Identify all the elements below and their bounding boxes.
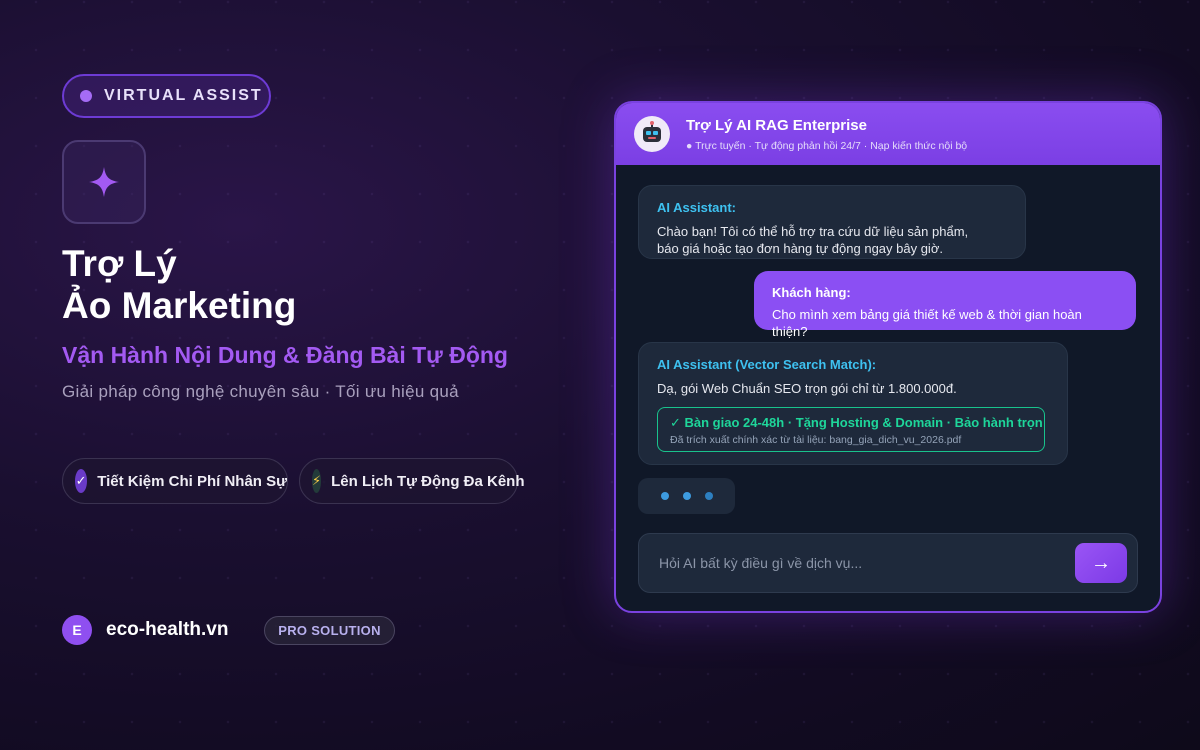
typing-indicator bbox=[638, 478, 735, 514]
chat-status: ● Trực tuyến · Tự động phản hồi 24/7 · N… bbox=[686, 139, 968, 152]
message-text: Chào bạn! Tôi có thể hỗ trợ tra cứu dữ l… bbox=[657, 224, 969, 239]
chat-window: Trợ Lý AI RAG Enterprise ● Trực tuyến · … bbox=[614, 101, 1162, 613]
virtual-assist-badge: VIRTUAL ASSIST bbox=[62, 74, 271, 118]
feature-label: Lên Lịch Tự Động Đa Kênh bbox=[331, 472, 525, 490]
robot-avatar-icon bbox=[634, 116, 670, 152]
chat-message-ai: AI Assistant (Vector Search Match): Dạ, … bbox=[638, 342, 1068, 465]
message-sender: Khách hàng: bbox=[772, 285, 851, 300]
typing-dot bbox=[682, 492, 691, 500]
badge-label: VIRTUAL ASSIST bbox=[104, 87, 263, 104]
chat-message-ai: AI Assistant: Chào bạn! Tôi có thể hỗ tr… bbox=[638, 185, 1026, 259]
lightning-icon: ⚡ bbox=[312, 469, 322, 493]
chat-title: Trợ Lý AI RAG Enterprise bbox=[686, 116, 867, 134]
typing-dot bbox=[660, 492, 669, 500]
feature-pill-auto-schedule: ⚡ Lên Lịch Tự Động Đa Kênh bbox=[299, 458, 525, 504]
send-button[interactable]: → bbox=[1075, 543, 1127, 583]
brand-name: eco-health.vn bbox=[106, 619, 229, 640]
message-sender: AI Assistant: bbox=[657, 200, 736, 215]
title-line-2: Ảo Marketing bbox=[62, 285, 297, 326]
message-sender: AI Assistant (Vector Search Match): bbox=[657, 357, 877, 372]
feature-pill-cost-saving: ✓ Tiết Kiệm Chi Phí Nhân Sự bbox=[62, 458, 288, 504]
page-title: Trợ Lý Ảo Marketing bbox=[62, 243, 482, 327]
chat-header: Trợ Lý AI RAG Enterprise ● Trực tuyến · … bbox=[616, 103, 1160, 165]
highlight-benefits: ✓ Bàn giao 24-48h · Tặng Hosting & Domai… bbox=[670, 415, 1045, 430]
sparkle-icon-box bbox=[62, 140, 146, 224]
answer-highlight-card: ✓ Bàn giao 24-48h · Tặng Hosting & Domai… bbox=[657, 407, 1045, 452]
sparkle-icon bbox=[89, 167, 119, 197]
pro-solution-badge: PRO SOLUTION bbox=[264, 616, 395, 645]
chat-input[interactable] bbox=[659, 555, 1075, 571]
chat-message-user: Khách hàng: Cho mình xem bảng giá thiết … bbox=[754, 271, 1136, 339]
highlight-source: Đã trích xuất chính xác từ tài liệu: ban… bbox=[670, 434, 962, 446]
message-text: Cho mình xem bảng giá thiết kế web & thờ… bbox=[772, 307, 1082, 339]
chat-input-bar: → bbox=[638, 533, 1138, 593]
message-text: báo giá hoặc tạo đơn hàng tự động ngay b… bbox=[657, 241, 943, 256]
page-tagline: Giải pháp công nghệ chuyên sâu · Tối ưu … bbox=[62, 382, 459, 401]
typing-dot bbox=[704, 492, 713, 500]
message-text: Dạ, gói Web Chuẩn SEO trọn gói chỉ từ 1.… bbox=[657, 381, 957, 396]
badge-dot-icon bbox=[80, 90, 92, 102]
brand-logo: E bbox=[62, 615, 92, 645]
check-icon: ✓ bbox=[75, 469, 88, 493]
brand: E eco-health.vn bbox=[62, 615, 228, 645]
page-subtitle: Vận Hành Nội Dung & Đăng Bài Tự Động bbox=[62, 342, 508, 368]
feature-label: Tiết Kiệm Chi Phí Nhân Sự bbox=[97, 472, 287, 490]
title-line-1: Trợ Lý bbox=[62, 243, 177, 284]
